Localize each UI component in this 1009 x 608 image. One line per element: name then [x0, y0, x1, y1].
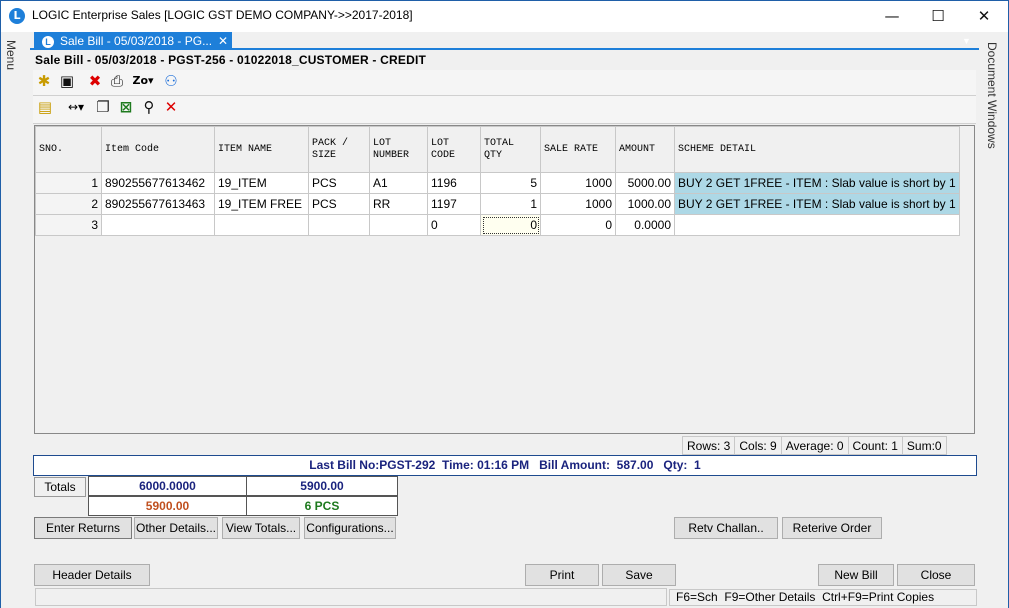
zoom-icon[interactable]: Zo▾	[129, 70, 157, 92]
cell-scheme-detail[interactable]: BUY 2 GET 1FREE - ITEM : Slab value is s…	[674, 172, 960, 194]
retv-challan-button[interactable]: Retv Challan..	[674, 517, 778, 539]
app-logo-icon: L	[9, 8, 25, 24]
total-net-amount: 5900.00	[88, 496, 247, 516]
cell-sno[interactable]: 2	[35, 193, 102, 215]
cell-pack-size[interactable]: PCS	[308, 172, 370, 194]
new-bill-button[interactable]: New Bill	[818, 564, 894, 586]
bottom-strip	[35, 588, 667, 606]
new-icon[interactable]: ✱	[35, 70, 53, 92]
cell-sno[interactable]: 3	[35, 214, 102, 236]
col-header-scheme-detail[interactable]: SCHEME DETAIL	[674, 126, 960, 173]
retrieve-order-button[interactable]: Reterive Order	[782, 517, 882, 539]
status-rows: Rows: 3	[683, 437, 736, 454]
close-window-button[interactable]: ✕	[961, 4, 1007, 28]
grid-status-bar: Rows: 3 Cols: 9 Average: 0 Count: 1 Sum:…	[682, 436, 947, 455]
totals-label: Totals	[34, 477, 86, 497]
status-average: Average: 0	[782, 437, 849, 454]
expand-icon[interactable]: ↔▾	[63, 96, 89, 118]
binoculars-icon[interactable]: ⚲	[139, 96, 159, 118]
col-header-sno[interactable]: SNO.	[35, 126, 102, 173]
col-header-item-name[interactable]: ITEM NAME	[214, 126, 309, 173]
bill-header: Sale Bill - 05/03/2018 - PGST-256 - 0102…	[35, 53, 427, 67]
cell-amount[interactable]: 5000.00	[615, 172, 675, 194]
cell-lot-number[interactable]: A1	[369, 172, 428, 194]
col-header-item-code[interactable]: Item Code	[101, 126, 215, 173]
cell-lot-number[interactable]: RR	[369, 193, 428, 215]
shortcut-hint: F6=Sch F9=Other Details Ctrl+F9=Print Co…	[669, 589, 977, 606]
status-sum: Sum:0	[906, 439, 942, 453]
save-button[interactable]: Save	[602, 564, 676, 586]
grid-header-row: SNO. Item Code ITEM NAME PACK / SIZE LOT…	[35, 126, 960, 173]
clear-icon[interactable]: ✕	[161, 96, 181, 118]
configurations-button[interactable]: Configurations...	[304, 517, 396, 539]
users-icon[interactable]: ⚇	[161, 70, 181, 92]
tab-sale-bill[interactable]: L Sale Bill - 05/03/2018 - PG... ✕	[34, 32, 232, 50]
cell-pack-size[interactable]: PCS	[308, 193, 370, 215]
cell-amount[interactable]: 1000.00	[615, 193, 675, 215]
col-header-total-qty[interactable]: TOTAL QTY	[480, 126, 541, 173]
cell-scheme-detail[interactable]: BUY 2 GET 1FREE - ITEM : Slab value is s…	[674, 193, 960, 215]
cell-item-code[interactable]: 890255677613463	[101, 193, 215, 215]
table-row[interactable]: 1 890255677613462 19_ITEM PCS A1 1196 5 …	[35, 172, 960, 194]
document-windows-side-tab[interactable]: Document Windows	[985, 42, 999, 149]
close-button[interactable]: Close	[897, 564, 975, 586]
status-cols: Cols: 9	[735, 437, 782, 454]
print-icon[interactable]: ⎙	[107, 70, 127, 92]
total-net: 5900.00	[246, 476, 398, 496]
cell-amount[interactable]: 0.0000	[615, 214, 675, 236]
cell-item-name[interactable]: 19_ITEM	[214, 172, 309, 194]
cell-item-name[interactable]: 19_ITEM FREE	[214, 193, 309, 215]
tab-label: Sale Bill - 05/03/2018 - PG...	[60, 34, 213, 48]
col-header-pack-size[interactable]: PACK / SIZE	[308, 126, 370, 173]
save-icon[interactable]: ▣	[57, 70, 77, 92]
calendar-icon[interactable]: ▤	[35, 96, 55, 118]
cell-total-qty[interactable]: 5	[480, 172, 541, 194]
cell-item-code[interactable]	[101, 214, 215, 236]
col-header-amount[interactable]: AMOUNT	[615, 126, 675, 173]
header-details-button[interactable]: Header Details	[34, 564, 150, 586]
close-tab-icon[interactable]: ✕	[218, 32, 228, 50]
cell-sale-rate[interactable]: 1000	[540, 193, 616, 215]
window-title: LOGIC Enterprise Sales [LOGIC GST DEMO C…	[32, 8, 413, 22]
cell-scheme-detail[interactable]	[674, 214, 960, 236]
toolbar-primary: ✱ ▣ ✖ ⎙ Zo▾ ⚇	[33, 70, 976, 96]
app-logo-icon: L	[42, 36, 54, 48]
cell-lot-number[interactable]	[369, 214, 428, 236]
col-header-lot-code[interactable]: LOT CODE	[427, 126, 481, 173]
table-row[interactable]: 3 0 0 0 0.0000	[35, 214, 960, 236]
minimize-button[interactable]: —	[869, 4, 915, 28]
cell-total-qty[interactable]: 1	[480, 193, 541, 215]
enter-returns-button[interactable]: Enter Returns	[34, 517, 132, 539]
maximize-button[interactable]: ☐	[915, 4, 961, 28]
cell-item-code[interactable]: 890255677613462	[101, 172, 215, 194]
cell-sale-rate[interactable]: 1000	[540, 172, 616, 194]
tab-dropdown-icon[interactable]: ▼	[962, 36, 971, 46]
col-header-lot-number[interactable]: LOT NUMBER	[369, 126, 428, 173]
left-side-panel	[0, 32, 30, 608]
cell-sale-rate[interactable]: 0	[540, 214, 616, 236]
items-grid: SNO. Item Code ITEM NAME PACK / SIZE LOT…	[35, 126, 960, 236]
cell-lot-code[interactable]: 1197	[427, 193, 481, 215]
cell-item-name[interactable]	[214, 214, 309, 236]
cell-sno[interactable]: 1	[35, 172, 102, 194]
cell-lot-code[interactable]: 0	[427, 214, 481, 236]
menu-side-tab[interactable]: Menu	[4, 40, 18, 70]
cell-lot-code[interactable]: 1196	[427, 172, 481, 194]
total-amount: 6000.0000	[88, 476, 247, 496]
print-button[interactable]: Print	[525, 564, 599, 586]
cell-total-qty-active[interactable]: 0	[480, 214, 541, 236]
view-totals-button[interactable]: View Totals...	[222, 517, 300, 539]
delete-icon[interactable]: ✖	[85, 70, 105, 92]
col-header-sale-rate[interactable]: SALE RATE	[540, 126, 616, 173]
toolbar-secondary: ▤ ↔▾ ❐ ⊠ ⚲ ✕	[33, 96, 976, 124]
copy-icon[interactable]: ❐	[93, 96, 113, 118]
status-count: Count: 1	[849, 437, 903, 454]
last-bill-info: Last Bill No:PGST-292 Time: 01:16 PM Bil…	[33, 455, 977, 476]
excel-icon[interactable]: ⊠	[116, 96, 136, 118]
other-details-button[interactable]: Other Details...	[134, 517, 218, 539]
table-row[interactable]: 2 890255677613463 19_ITEM FREE PCS RR 11…	[35, 193, 960, 215]
total-qty: 6 PCS	[246, 496, 398, 516]
cell-pack-size[interactable]	[308, 214, 370, 236]
